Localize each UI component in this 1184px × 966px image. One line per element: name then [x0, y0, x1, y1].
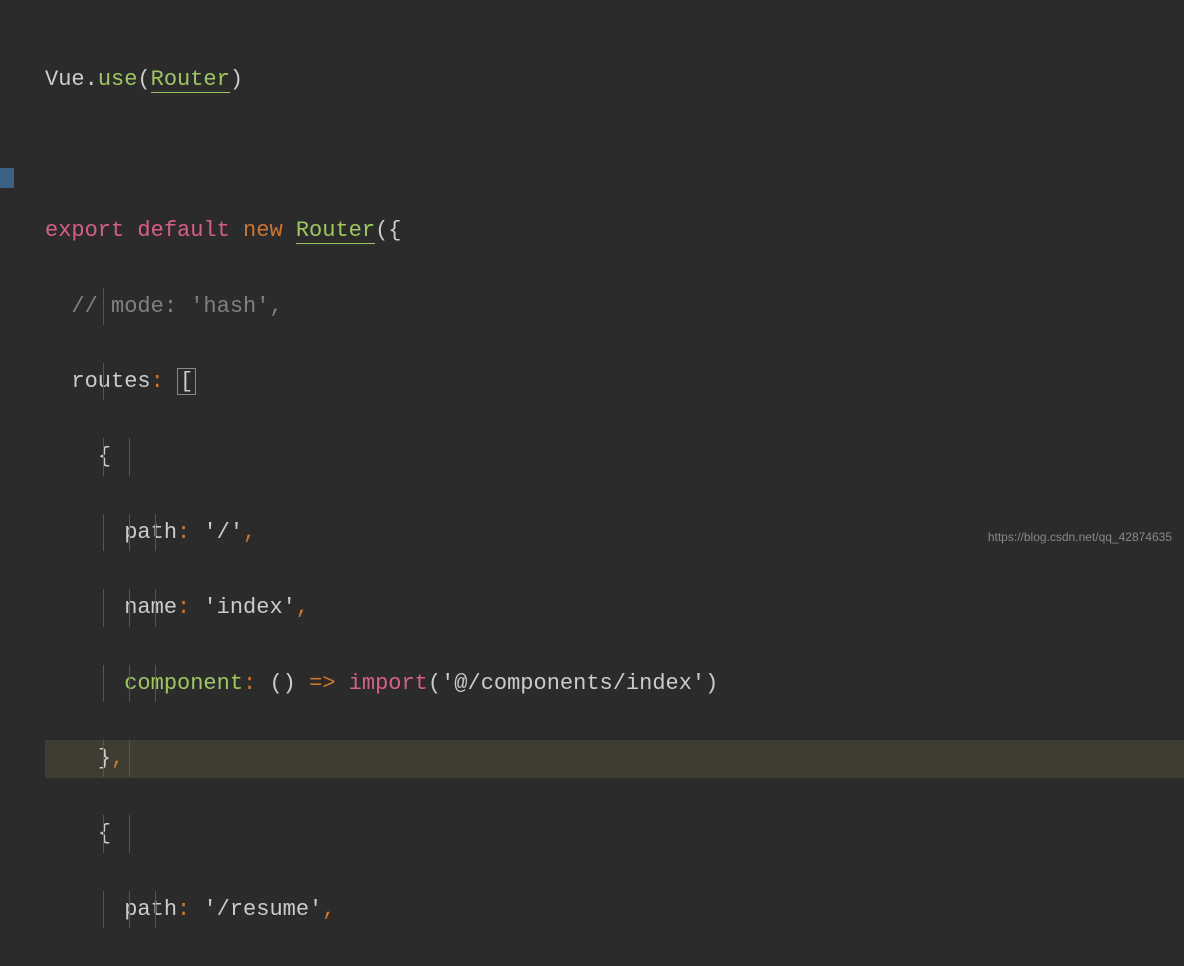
colon: :: [177, 897, 190, 922]
lbrace: {: [388, 218, 401, 243]
colon: :: [151, 369, 164, 394]
method-use: use: [98, 67, 138, 92]
code-line-12[interactable]: path: '/resume',: [45, 891, 1184, 929]
comma: ,: [296, 595, 309, 620]
colon: :: [177, 520, 190, 545]
colon: :: [177, 595, 190, 620]
code-line-5[interactable]: routes: [: [45, 363, 1184, 401]
identifier-router: Router: [151, 67, 230, 93]
string-import: '@/components/index': [441, 671, 705, 696]
prop-routes: routes: [71, 369, 150, 394]
prop-path: path: [124, 897, 177, 922]
watermark: https://blog.csdn.net/qq_42874635: [988, 527, 1172, 547]
code-line-10[interactable]: },: [45, 740, 1184, 778]
prop-path: path: [124, 520, 177, 545]
prop-name: name: [124, 595, 177, 620]
code-line-3[interactable]: export default new Router({: [45, 212, 1184, 250]
code-editor[interactable]: Vue.use(Router) export default new Route…: [0, 0, 1184, 966]
identifier-vue: Vue: [45, 67, 85, 92]
code-line-9[interactable]: component: () => import('@/components/in…: [45, 665, 1184, 703]
code-line-11[interactable]: {: [45, 815, 1184, 853]
gutter-marker: [0, 168, 14, 188]
keyword-export: export: [45, 218, 124, 243]
dot: .: [85, 67, 98, 92]
lparen: (: [428, 671, 441, 696]
keyword-new: new: [243, 218, 283, 243]
colon: :: [243, 671, 256, 696]
identifier-router: Router: [296, 218, 375, 244]
comma: ,: [243, 520, 256, 545]
string-path: '/resume': [203, 897, 322, 922]
lbracket: [: [177, 368, 196, 395]
code-line-6[interactable]: {: [45, 438, 1184, 476]
keyword-default: default: [137, 218, 229, 243]
rbrace: }: [98, 746, 111, 771]
string-path: '/': [203, 520, 243, 545]
lparen: (: [375, 218, 388, 243]
comma: ,: [111, 746, 124, 771]
lbrace: {: [98, 444, 111, 469]
rparen: ): [705, 671, 718, 696]
code-line-4[interactable]: // mode: 'hash',: [45, 288, 1184, 326]
string-name: 'index': [203, 595, 295, 620]
prop-component: component: [124, 671, 243, 696]
arrow: =>: [309, 671, 335, 696]
code-line-1[interactable]: Vue.use(Router): [45, 61, 1184, 99]
lbrace: {: [98, 821, 111, 846]
rparen: ): [230, 67, 243, 92]
code-line-8[interactable]: name: 'index',: [45, 589, 1184, 627]
code-line-2[interactable]: [45, 137, 1184, 175]
parens: (): [269, 671, 295, 696]
comma: ,: [322, 897, 335, 922]
lparen: (: [137, 67, 150, 92]
import-call: import: [349, 671, 428, 696]
